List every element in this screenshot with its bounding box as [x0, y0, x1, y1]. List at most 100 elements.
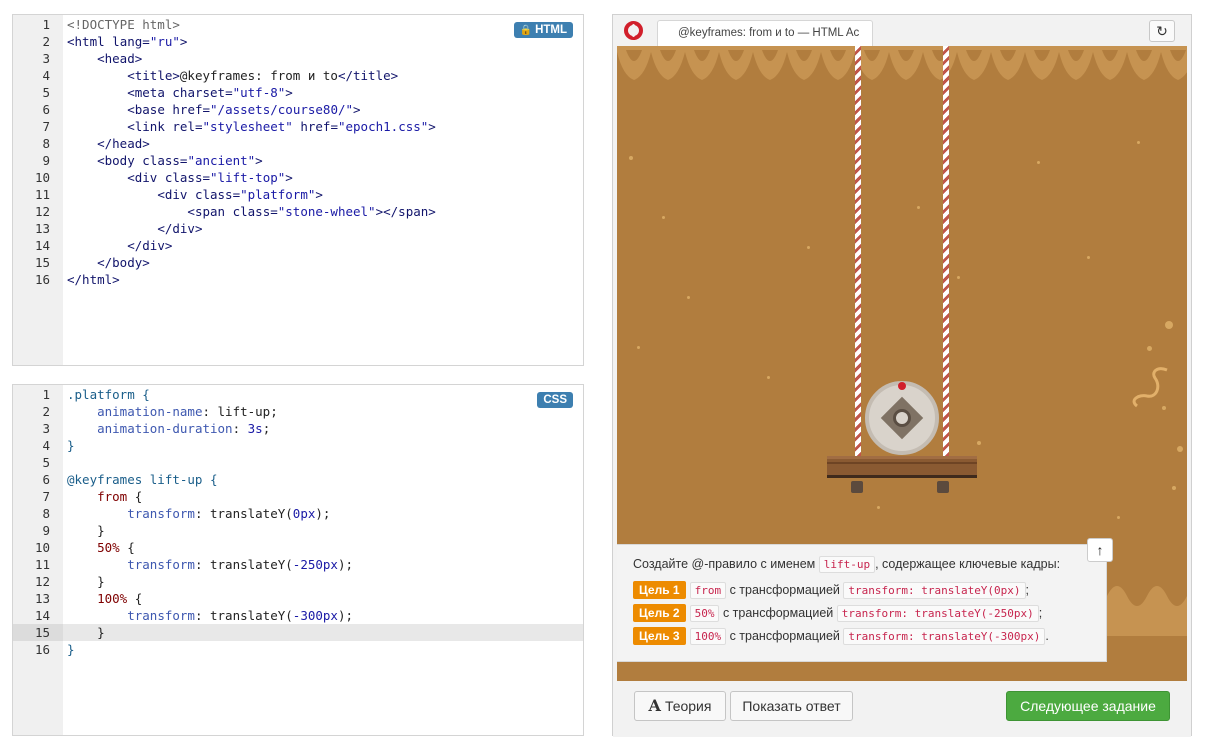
code-line[interactable]: 12 <span class="stone-wheel"></span>	[13, 203, 583, 220]
code-text[interactable]: }	[63, 641, 75, 658]
code-text[interactable]: animation-duration: 3s;	[63, 420, 270, 437]
code-line[interactable]: 14 transform: translateY(-300px);	[13, 607, 583, 624]
code-line[interactable]: 16 </html>	[13, 271, 583, 288]
code-line[interactable]: 2 <html lang="ru">	[13, 33, 583, 50]
css-code-editor[interactable]: 1 .platform {2 animation-name: lift-up; 3 …	[12, 384, 584, 736]
html-code-editor[interactable]: 1 <!DOCTYPE html> 2 <html lang="ru"> 3 <head…	[12, 14, 584, 366]
code-text[interactable]: <span class="stone-wheel"></span>	[63, 203, 435, 220]
code-line[interactable]: 8 transform: translateY(0px);	[13, 505, 583, 522]
code-text[interactable]: </div>	[63, 220, 202, 237]
code-text[interactable]: <meta charset="utf-8">	[63, 84, 293, 101]
next-task-button[interactable]: Следующее задание	[1006, 691, 1170, 721]
code-line[interactable]: 5	[13, 454, 583, 471]
css-badge-label: CSS	[543, 394, 567, 406]
left-rope	[855, 46, 861, 466]
code-line[interactable]: 3 animation-duration: 3s;	[13, 420, 583, 437]
goal-text: с трансформацией	[719, 606, 837, 620]
decorative-frieze	[617, 46, 1187, 80]
show-answer-button[interactable]: Показать ответ	[730, 691, 853, 721]
code-text[interactable]: }	[63, 437, 75, 454]
goal-text: с трансформацией	[726, 629, 844, 643]
code-text[interactable]: }	[63, 522, 105, 539]
line-number: 8	[42, 506, 50, 521]
code-text[interactable]: @keyframes lift-up {	[63, 471, 218, 488]
browser-tab[interactable]: @keyframes: from и to — HTML Ac	[657, 20, 873, 46]
code-text[interactable]: <body class="ancient">	[63, 152, 263, 169]
preview-viewport: Создайте @-правило с именем lift-up, сод…	[617, 46, 1187, 681]
code-text[interactable]: from {	[63, 488, 142, 505]
reload-icon: ↻	[1156, 23, 1168, 39]
code-line[interactable]: 4 <title>@keyframes: from и to</title>	[13, 67, 583, 84]
snake-ornament	[1132, 367, 1168, 408]
code-line[interactable]: 9 <body class="ancient">	[13, 152, 583, 169]
code-line[interactable]: 1 .platform {	[13, 386, 583, 403]
theory-button[interactable]: A Теория	[634, 691, 726, 721]
code-text[interactable]: transform: translateY(0px);	[63, 505, 330, 522]
code-line[interactable]: 10 <div class="lift-top">	[13, 169, 583, 186]
code-text[interactable]: </html>	[63, 271, 120, 288]
code-text[interactable]: .platform {	[63, 386, 150, 403]
code-line[interactable]: 5 <meta charset="utf-8">	[13, 84, 583, 101]
line-number: 4	[42, 438, 50, 453]
code-line[interactable]: 13 100% {	[13, 590, 583, 607]
code-text[interactable]: }	[63, 624, 105, 641]
goal-transform: transform: translateY(-250px)	[836, 605, 1039, 622]
task-goal: Цель 2 50% с трансформацией transform: tr…	[633, 604, 1042, 622]
code-line[interactable]: 2 animation-name: lift-up;	[13, 403, 583, 420]
code-text[interactable]: 50% {	[63, 539, 135, 556]
code-text[interactable]: </div>	[63, 237, 172, 254]
code-text[interactable]: <!DOCTYPE html>	[63, 16, 180, 33]
code-text[interactable]: <base href="/assets/course80/">	[63, 101, 360, 118]
code-line[interactable]: 1 <!DOCTYPE html>	[13, 16, 583, 33]
goal-end: ;	[1025, 583, 1030, 597]
line-number: 9	[42, 523, 50, 538]
line-number: 13	[34, 221, 50, 236]
code-text[interactable]: transform: translateY(-300px);	[63, 607, 353, 624]
code-line[interactable]: 15 }	[13, 624, 583, 641]
platform-bolt	[937, 481, 949, 493]
code-line[interactable]: 6 @keyframes lift-up {	[13, 471, 583, 488]
code-text[interactable]: transform: translateY(-250px);	[63, 556, 353, 573]
goal-transform: transform: translateY(0px)	[843, 582, 1026, 599]
task-description: Создайте @-правило с именем lift-up, сод…	[633, 556, 1061, 573]
line-number: 7	[42, 119, 50, 134]
code-text[interactable]: }	[63, 573, 105, 590]
browser-preview: @keyframes: from и to — HTML Ac ↻ Создай…	[612, 14, 1192, 737]
css-code-lines[interactable]: 1 .platform {2 animation-name: lift-up; 3 …	[13, 385, 583, 658]
code-text[interactable]: </body>	[63, 254, 150, 271]
html-code-lines[interactable]: 1 <!DOCTYPE html> 2 <html lang="ru"> 3 <head…	[13, 15, 583, 288]
code-text[interactable]: <head>	[63, 50, 142, 67]
code-text[interactable]: <div class="lift-top">	[63, 169, 293, 186]
code-line[interactable]: 8 </head>	[13, 135, 583, 152]
collapse-task-button[interactable]: ↑	[1087, 538, 1113, 562]
code-line[interactable]: 9 }	[13, 522, 583, 539]
code-text[interactable]: 100% {	[63, 590, 142, 607]
code-line[interactable]: 11 transform: translateY(-250px);	[13, 556, 583, 573]
code-line[interactable]: 11 <div class="platform">	[13, 186, 583, 203]
code-line[interactable]: 14 </div>	[13, 237, 583, 254]
line-number: 7	[42, 489, 50, 504]
line-number: 11	[34, 557, 50, 572]
browser-tabbar: @keyframes: from и to — HTML Ac ↻	[613, 15, 1191, 46]
code-line[interactable]: 7 from {	[13, 488, 583, 505]
code-text[interactable]: <div class="platform">	[63, 186, 323, 203]
code-line[interactable]: 13 </div>	[13, 220, 583, 237]
code-text[interactable]: animation-name: lift-up;	[63, 403, 278, 420]
code-text[interactable]: <link rel="stylesheet" href="epoch1.css"…	[63, 118, 436, 135]
code-text[interactable]: <html lang="ru">	[63, 33, 187, 50]
code-line[interactable]: 10 50% {	[13, 539, 583, 556]
code-line[interactable]: 3 <head>	[13, 50, 583, 67]
code-line[interactable]: 7 <link rel="stylesheet" href="epoch1.cs…	[13, 118, 583, 135]
line-number: 10	[34, 540, 50, 555]
code-line[interactable]: 6 <base href="/assets/course80/">	[13, 101, 583, 118]
code-line[interactable]: 15 </body>	[13, 254, 583, 271]
code-text[interactable]: </head>	[63, 135, 150, 152]
code-text[interactable]: <title>@keyframes: from и to</title>	[63, 67, 398, 84]
code-line[interactable]: 4}	[13, 437, 583, 454]
reload-button[interactable]: ↻	[1149, 20, 1175, 42]
code-line[interactable]: 12 }	[13, 573, 583, 590]
code-line[interactable]: 16}	[13, 641, 583, 658]
line-number: 5	[42, 455, 50, 470]
line-number: 1	[42, 17, 50, 32]
line-number: 16	[34, 272, 50, 287]
